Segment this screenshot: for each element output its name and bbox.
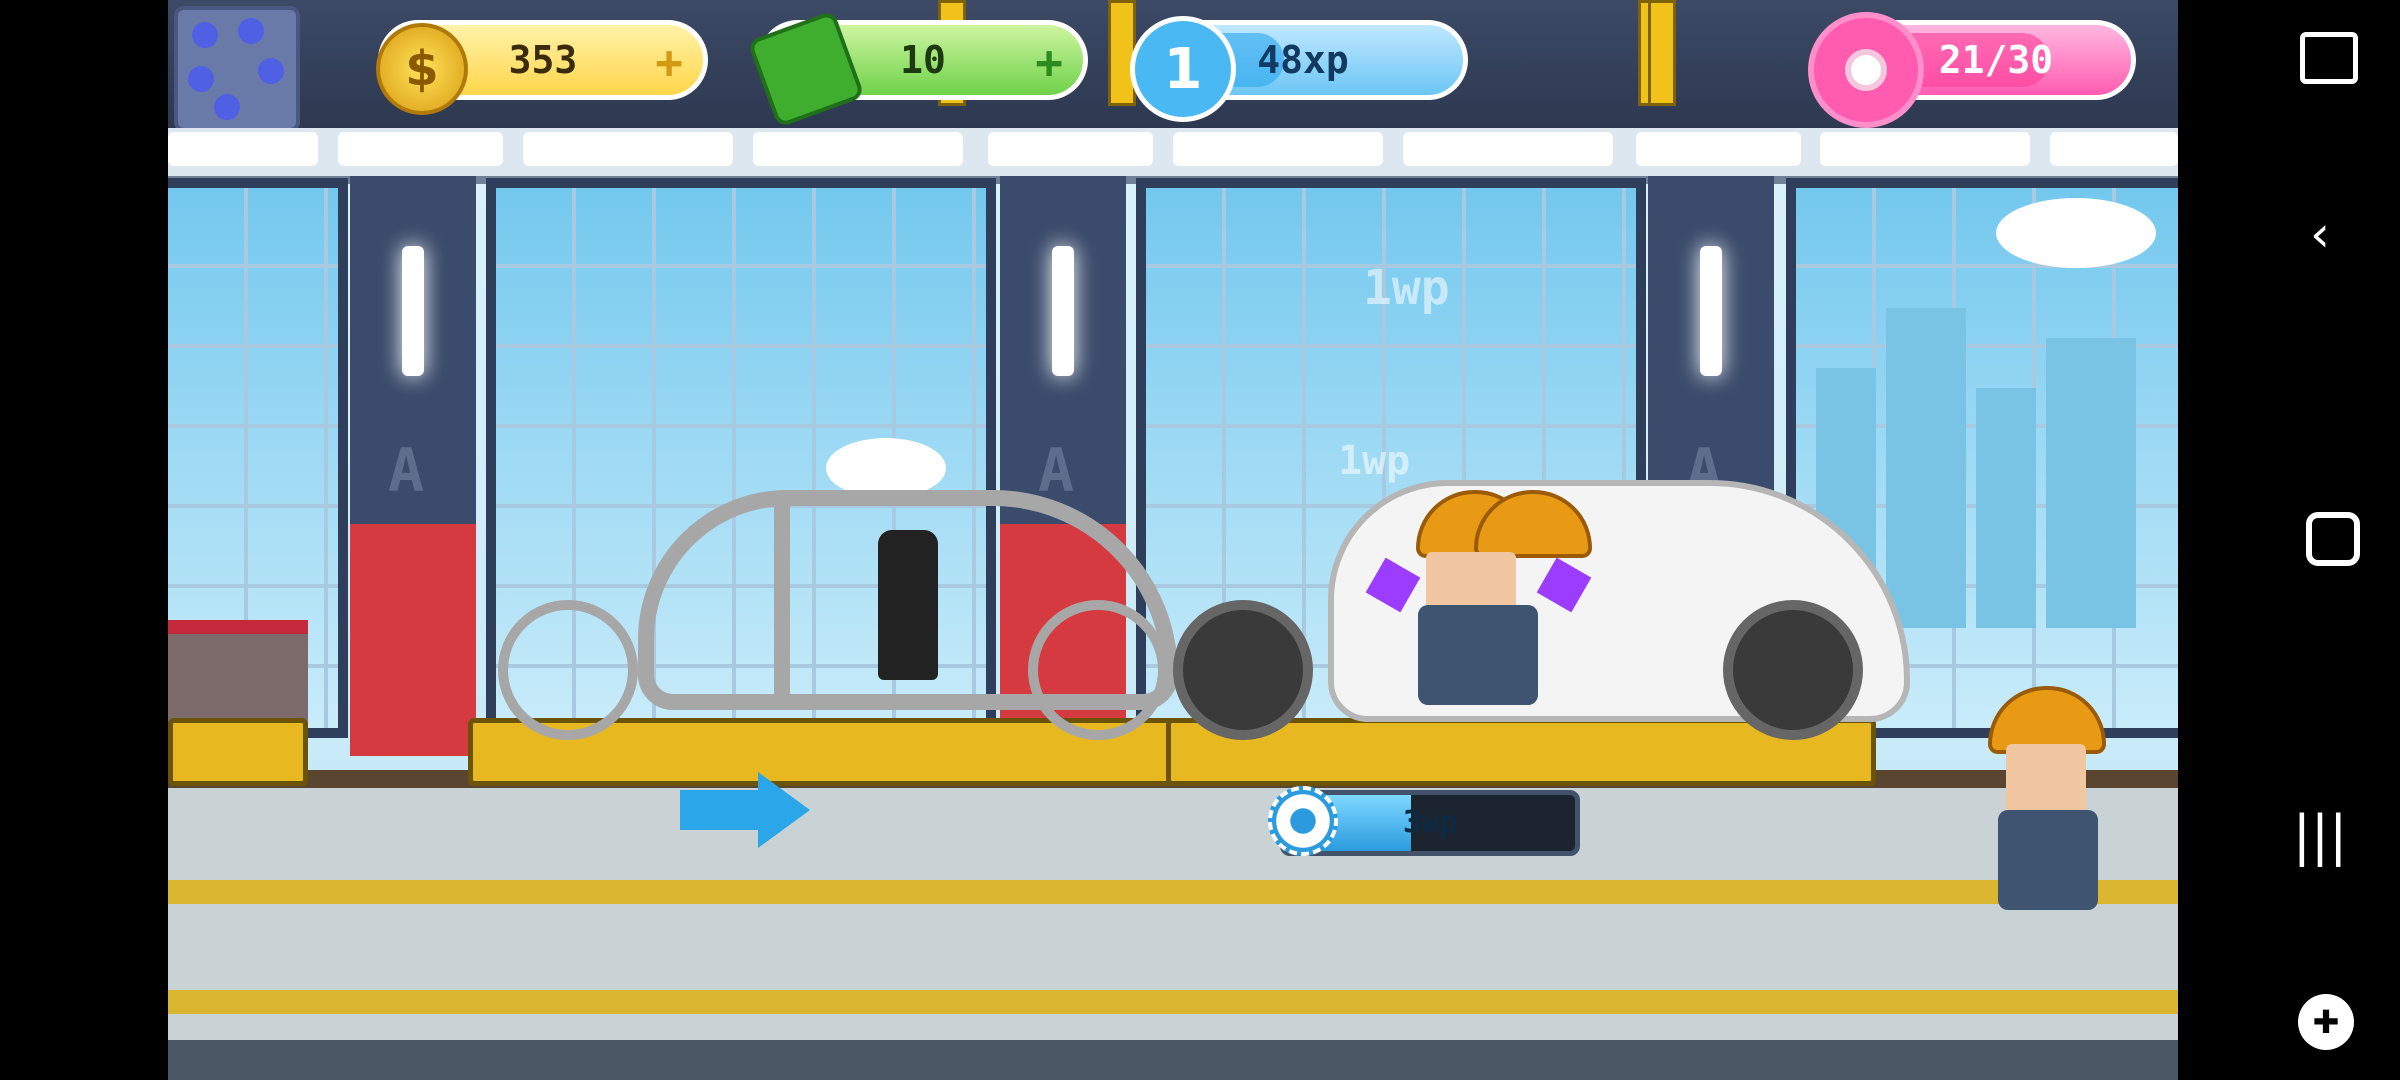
home-icon[interactable] xyxy=(2306,512,2360,566)
donut-icon xyxy=(1808,12,1924,128)
back-icon[interactable]: ‹ xyxy=(2290,204,2350,264)
floating-wp-label: 1wp xyxy=(1338,438,1411,484)
floating-wp-label: 1wp xyxy=(1363,260,1450,316)
donut-value: 21/30 xyxy=(1938,38,2054,82)
game-tools-icon[interactable]: ✚ xyxy=(2298,994,2354,1050)
worker-face xyxy=(2006,744,2086,814)
paw-icon xyxy=(214,94,240,120)
move-arrow-icon[interactable] xyxy=(680,772,810,848)
engine-part[interactable] xyxy=(168,620,308,734)
menu-button[interactable] xyxy=(174,6,300,132)
xp-label: 48xp xyxy=(1257,38,1349,82)
pillar-emblem: A xyxy=(1038,436,1075,506)
worker[interactable] xyxy=(1418,605,1538,705)
assembly-cart[interactable] xyxy=(168,718,308,786)
factory-floor xyxy=(168,788,2178,1080)
cash-value: 10 xyxy=(900,38,946,82)
wall-lamp xyxy=(1700,246,1722,376)
add-cash-button[interactable]: + xyxy=(1035,35,1063,89)
paw-icon xyxy=(188,66,214,92)
worker-face xyxy=(1426,552,1516,612)
pillar-emblem: A xyxy=(388,436,425,506)
gear-icon xyxy=(1268,786,1338,856)
paw-icon xyxy=(238,18,264,44)
dollar-coin-icon: $ xyxy=(376,23,468,115)
add-coins-button[interactable]: + xyxy=(655,35,683,89)
car-seat xyxy=(878,530,938,680)
floor-base xyxy=(168,1040,2178,1080)
hook-icon xyxy=(1648,0,1676,106)
level-number: 1 xyxy=(1163,36,1203,102)
paw-icon xyxy=(258,58,284,84)
wheel-well xyxy=(498,600,638,740)
wheel-well xyxy=(1028,600,1168,740)
assembly-progress-label: 3wp xyxy=(1403,805,1458,840)
walking-worker[interactable] xyxy=(1998,810,2098,910)
system-nav-bar xyxy=(2178,0,2400,1080)
paw-icon xyxy=(192,22,218,48)
coins-value: 353 xyxy=(508,38,578,82)
recents-icon[interactable]: ||| xyxy=(2290,806,2350,866)
screenshot-icon[interactable] xyxy=(2300,32,2358,84)
car-wheel xyxy=(1723,600,1863,740)
game-viewport[interactable]: 353 + $ 10 + 48xp 1 21/30 A A A 1wp 1wp … xyxy=(168,0,2178,1080)
wall-lamp xyxy=(1052,246,1074,376)
level-star-icon: 1 xyxy=(1130,16,1236,122)
car-wheel xyxy=(1173,600,1313,740)
pillar: A xyxy=(350,176,476,756)
wall-lamp xyxy=(402,246,424,376)
